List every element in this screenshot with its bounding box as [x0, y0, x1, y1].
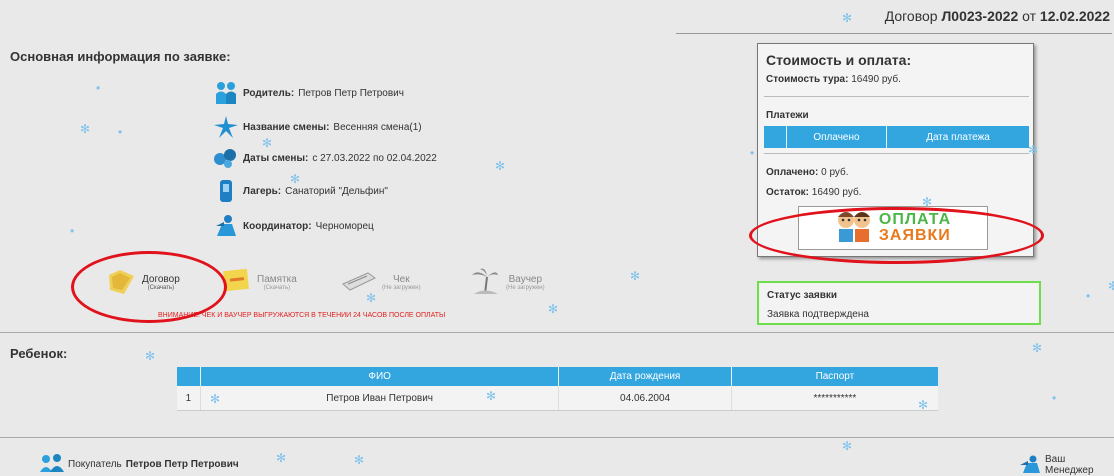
snowflake-icon: • [750, 146, 755, 160]
contract-title: Договор Л0023-2022 от 12.02.2022 [884, 8, 1110, 24]
document-name: Чек [393, 274, 410, 286]
star-icon [214, 113, 238, 141]
snowflake-icon: ✻ [262, 136, 273, 150]
document-status: (Не загружен) [506, 285, 545, 292]
manager-info[interactable]: Ваш Менеджер [1019, 454, 1114, 476]
snowflake-icon: ✻ [1028, 143, 1039, 157]
header-divider [676, 33, 1112, 34]
buyer-info: Покупатель Петров Петр Петрович [40, 454, 239, 475]
document-status: (Не загружен) [382, 285, 421, 292]
document-receipt: Чек (Не загружен) [342, 268, 421, 298]
tour-cost: Стоимость тура: 16490 руб. [766, 74, 901, 85]
calendar-icon [214, 144, 238, 172]
snowflake-icon: ✻ [290, 172, 301, 186]
payments-table-header: Оплачено Дата платежа [764, 126, 1029, 148]
status-title: Статус заявки [767, 290, 838, 301]
main-info-title: Основная информация по заявке: [10, 49, 231, 64]
payments-label: Платежи [766, 110, 809, 121]
paid-amount: Оплачено: 0 руб. [766, 167, 849, 178]
remaining-amount: Остаток: 16490 руб. [766, 187, 862, 198]
divider [764, 96, 1029, 97]
snowflake-icon: • [1086, 289, 1091, 303]
info-row-parent: Родитель: Петров Петр Петрович [214, 79, 404, 107]
snowflake-icon: • [1052, 391, 1057, 405]
highlight-circle [71, 251, 227, 323]
snowflake-icon: ✻ [366, 291, 377, 305]
snowflake-icon: ✻ [1032, 341, 1043, 355]
application-status: Статус заявки Заявка подтверждена [757, 281, 1041, 325]
snowflake-icon: ✻ [1108, 279, 1114, 293]
snowflake-icon: ✻ [842, 11, 853, 25]
snowflake-icon: ✻ [276, 451, 287, 465]
child-title: Ребенок: [10, 346, 68, 361]
snowflake-icon: ✻ [842, 439, 853, 453]
snowflake-icon: ✻ [630, 269, 641, 283]
snowflake-icon: ✻ [548, 302, 559, 316]
coordinator-icon [214, 212, 238, 240]
child-table: ФИО Дата рождения Паспорт 1 Петров Иван … [177, 367, 938, 411]
cost-title: Стоимость и оплата: [766, 52, 912, 68]
document-memo[interactable]: Памятка (Скачать) [221, 268, 297, 298]
document-name[interactable]: Памятка [257, 274, 297, 285]
table-header-row: ФИО Дата рождения Паспорт [177, 367, 938, 386]
info-row-camp: Лагерь: Санаторий "Дельфин" [214, 177, 388, 205]
info-row-dates: Даты смены: с 27.03.2022 по 02.04.2022 [214, 144, 437, 172]
snowflake-icon: • [70, 224, 75, 238]
buyer-icon [40, 454, 64, 475]
table-row: 1 Петров Иван Петрович 04.06.2004 ******… [177, 386, 938, 411]
snowflake-icon: ✻ [210, 392, 221, 406]
snowflake-icon: • [118, 125, 123, 139]
snowflake-icon: ✻ [495, 159, 506, 173]
info-row-shift: Название смены: Весенняя смена(1) [214, 113, 422, 141]
info-row-coordinator: Координатор: Черноморец [214, 212, 374, 240]
snowflake-icon: ✻ [80, 122, 91, 136]
snowflake-icon: ✻ [486, 389, 497, 403]
snowflake-icon: ✻ [922, 195, 933, 209]
voucher-icon [470, 267, 500, 300]
snowflake-icon: ✻ [145, 349, 156, 363]
manager-icon [1019, 455, 1041, 476]
parents-icon [214, 79, 238, 107]
status-value: Заявка подтверждена [767, 309, 869, 320]
document-voucher: Ваучер (Не загружен) [470, 268, 545, 298]
snowflake-icon: ✻ [354, 453, 365, 467]
snowflake-icon: • [96, 81, 101, 95]
divider [764, 153, 1029, 154]
document-name: Ваучер [508, 274, 543, 286]
highlight-circle [749, 207, 1044, 264]
section-divider [0, 332, 1114, 333]
camp-icon [214, 177, 238, 205]
snowflake-icon: ✻ [918, 398, 929, 412]
document-status: (Скачать) [263, 285, 291, 292]
section-divider [0, 437, 1114, 438]
